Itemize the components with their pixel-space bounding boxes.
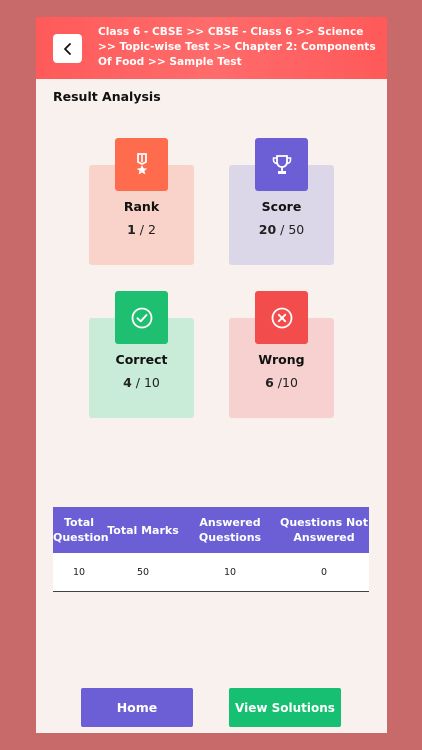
cell-answered-questions: 10	[223, 566, 237, 578]
wrong-icon-box	[255, 291, 308, 344]
chevron-left-icon	[63, 42, 71, 55]
score-icon-box	[255, 138, 308, 191]
breadcrumb: Class 6 - CBSE >> CBSE - Class 6 >> Scie…	[98, 26, 376, 68]
wrong-number: 6	[265, 375, 274, 390]
table-row: 10 50 10 0	[53, 553, 369, 592]
wrong-total: /10	[277, 375, 298, 390]
correct-value: 4 / 10	[89, 375, 194, 390]
rank-value: 1 / 2	[89, 222, 194, 237]
score-value: 20 / 50	[229, 222, 334, 237]
header-total-marks: Total Marks	[107, 523, 179, 537]
trophy-icon	[272, 154, 291, 174]
cell-total-marks: 50	[136, 566, 150, 578]
rank-card: Rank 1 / 2	[89, 138, 194, 265]
back-button[interactable]	[53, 34, 82, 63]
header-total-question: Total Question	[53, 516, 109, 544]
rank-total: / 2	[139, 222, 156, 237]
check-circle-icon	[131, 307, 152, 328]
summary-table: Total Question Total Marks Answered Ques…	[53, 507, 369, 592]
correct-icon-box	[115, 291, 168, 344]
wrong-value: 6 /10	[229, 375, 334, 390]
correct-number: 4	[123, 375, 132, 390]
correct-total: / 10	[135, 375, 160, 390]
cell-total-question: 10	[72, 566, 86, 578]
app-screen: Class 6 - CBSE >> CBSE - Class 6 >> Scie…	[36, 17, 387, 733]
x-circle-icon	[271, 307, 292, 328]
page-title: Result Analysis	[53, 89, 161, 104]
header-questions-not-answered: Questions Not Answered	[279, 516, 368, 544]
wrong-card: Wrong 6 /10	[229, 291, 334, 418]
score-label: Score	[261, 199, 302, 214]
table-header: Total Question Total Marks Answered Ques…	[53, 507, 369, 553]
header-bar: Class 6 - CBSE >> CBSE - Class 6 >> Scie…	[36, 17, 387, 79]
header-answered-questions: Answered Questions	[198, 516, 262, 544]
view-solutions-button[interactable]: View Solutions	[229, 688, 341, 727]
score-total: / 50	[280, 222, 305, 237]
rank-number: 1	[127, 222, 136, 237]
medal-icon	[136, 152, 147, 174]
correct-card: Correct 4 / 10	[89, 291, 194, 418]
score-number: 20	[258, 222, 277, 237]
rank-icon-box	[115, 138, 168, 191]
score-card: Score 20 / 50	[229, 138, 334, 265]
wrong-label: Wrong	[258, 352, 305, 367]
home-button[interactable]: Home	[81, 688, 193, 727]
cell-questions-not-answered: 0	[320, 566, 328, 578]
rank-label: Rank	[123, 199, 160, 214]
correct-label: Correct	[115, 352, 168, 367]
